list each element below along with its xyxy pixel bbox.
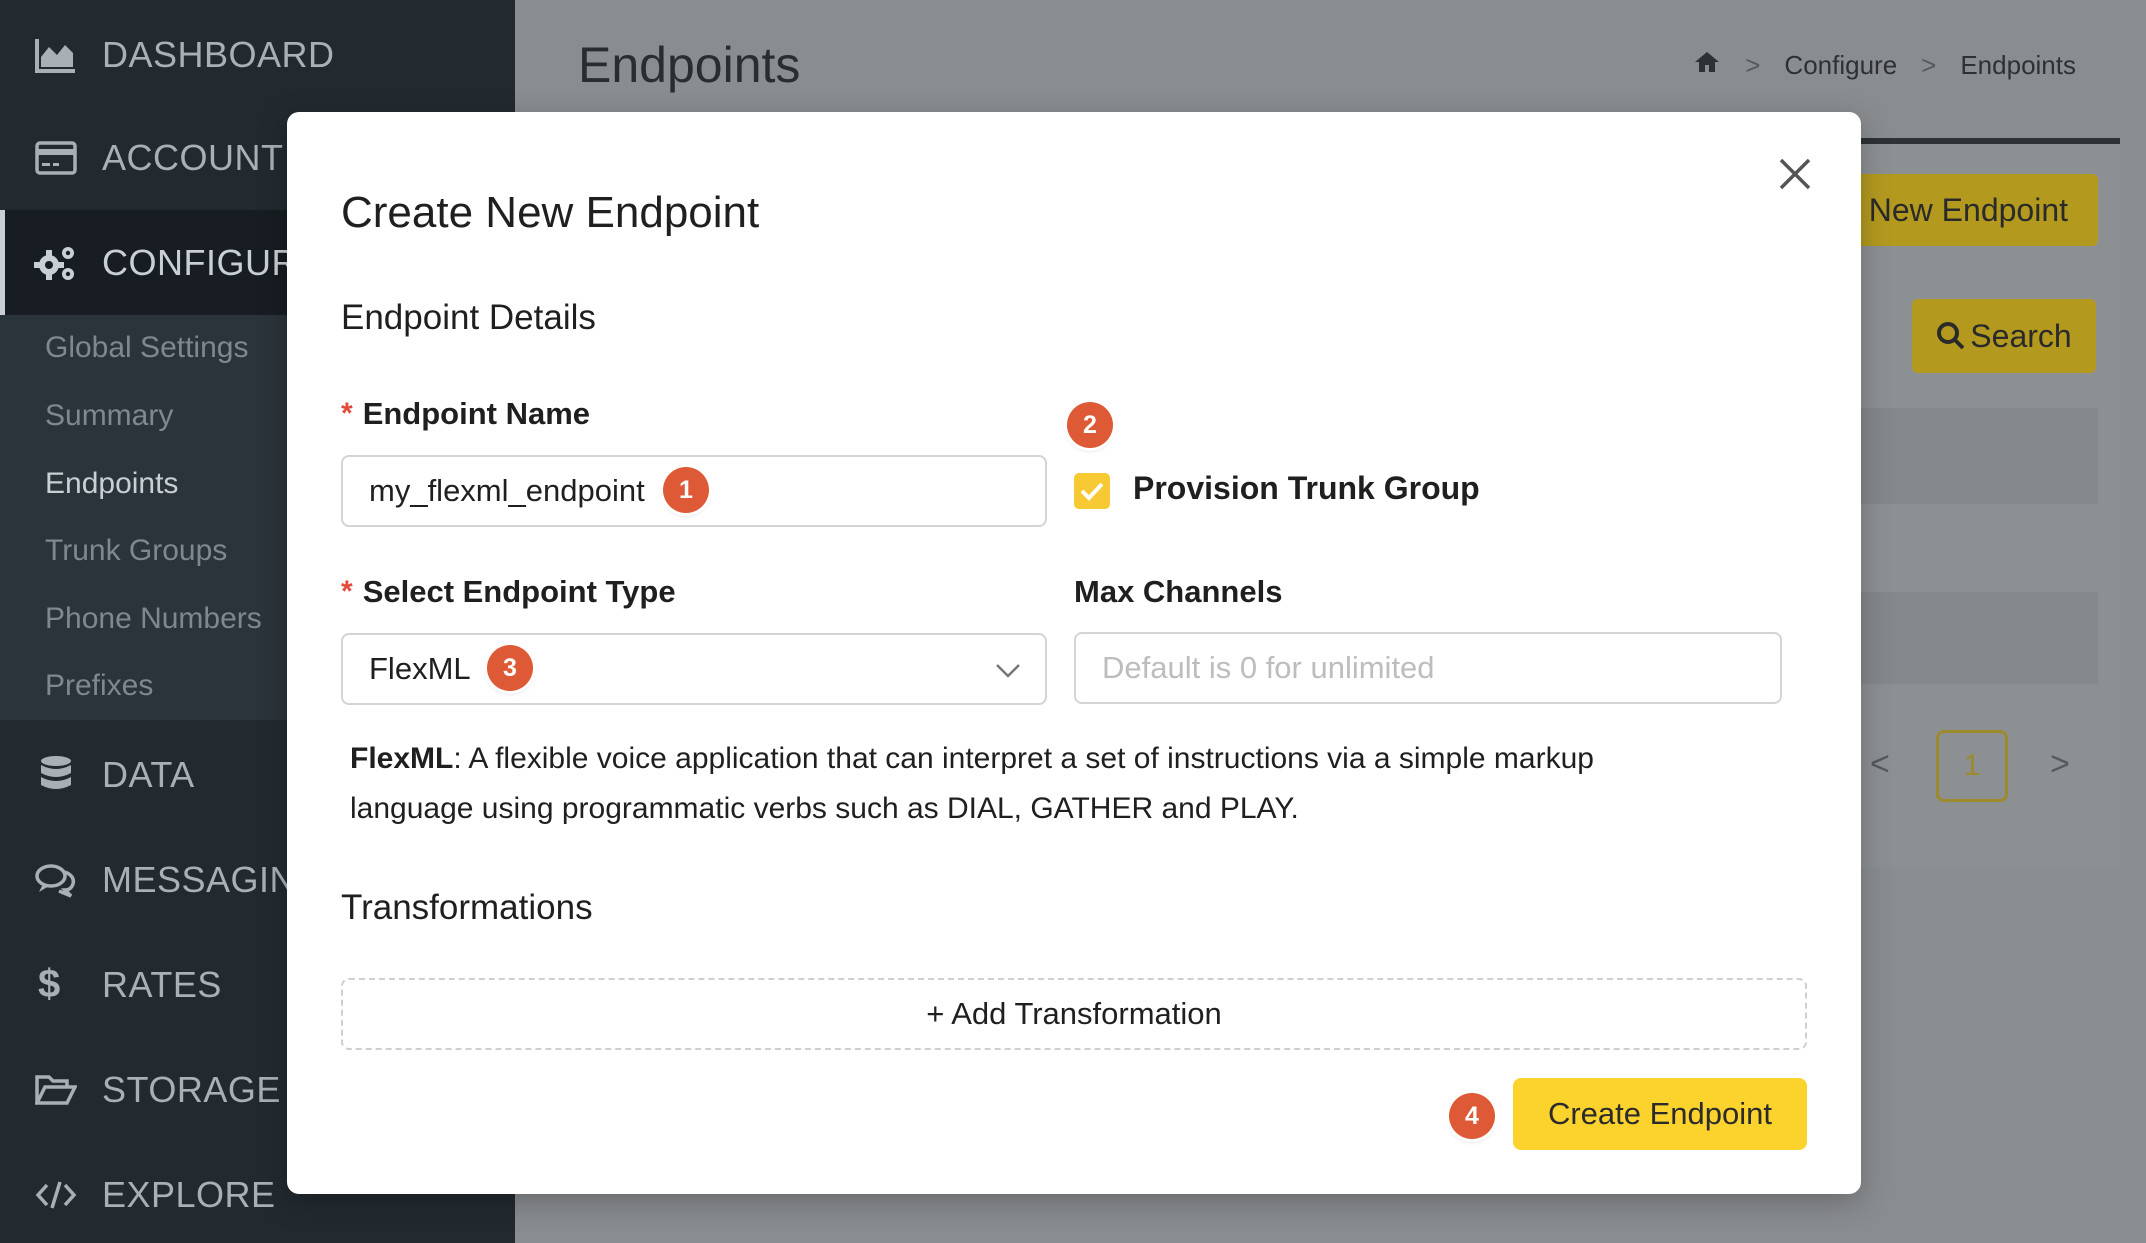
new-endpoint-button[interactable]: New Endpoint: [1820, 174, 2098, 246]
step-badge-2: 2: [1067, 402, 1113, 448]
chevron-down-icon: [996, 664, 1020, 678]
search-button-label: Search: [1970, 317, 2072, 354]
step-badge-1: 1: [663, 467, 709, 513]
nav-storage-label: STORAGE: [102, 1068, 281, 1110]
description-text: : A flexible voice application that can …: [350, 742, 1594, 825]
dollar-icon: $: [38, 962, 61, 1006]
code-icon: [34, 1173, 78, 1217]
gears-icon: [34, 241, 78, 285]
search-icon: [1936, 321, 1966, 351]
pager-next-icon[interactable]: >: [2050, 745, 2070, 784]
required-marker: *: [341, 575, 353, 608]
nav-dashboard-label: DASHBOARD: [102, 33, 335, 75]
endpoint-type-description: FlexML: A flexible voice application tha…: [350, 734, 1650, 834]
submenu-global-settings[interactable]: Global Settings: [45, 331, 248, 365]
breadcrumb-endpoints: Endpoints: [1960, 50, 2076, 80]
home-icon[interactable]: [1693, 50, 1721, 81]
breadcrumb-separator: >: [1921, 50, 1937, 80]
folder-open-icon: [34, 1068, 78, 1112]
check-icon: [1080, 482, 1104, 501]
section-endpoint-details: Endpoint Details: [341, 298, 596, 337]
breadcrumb-separator: >: [1745, 50, 1761, 80]
endpoint-name-value: my_flexml_endpoint: [369, 473, 645, 508]
modal-title: Create New Endpoint: [341, 188, 760, 237]
submenu-prefixes[interactable]: Prefixes: [45, 669, 153, 703]
max-channels-input[interactable]: [1074, 632, 1782, 704]
endpoint-type-label-text: Select Endpoint Type: [362, 574, 676, 609]
endpoint-type-value: FlexML: [369, 651, 471, 686]
nav-explore-label: EXPLORE: [102, 1173, 276, 1215]
pager-prev-icon[interactable]: <: [1870, 745, 1890, 784]
page-title: Endpoints: [578, 37, 801, 93]
search-button[interactable]: Search: [1912, 299, 2096, 373]
max-channels-label: Max Channels: [1074, 574, 1283, 609]
breadcrumb-configure[interactable]: Configure: [1784, 50, 1897, 81]
breadcrumb: > Configure > Endpoints: [1693, 50, 2076, 81]
comments-icon: [34, 858, 78, 902]
credit-card-icon: [34, 136, 78, 180]
close-icon[interactable]: [1771, 150, 1819, 198]
provision-trunk-group-label[interactable]: Provision Trunk Group: [1133, 470, 1480, 507]
endpoint-name-label: * Endpoint Name: [341, 396, 590, 432]
provision-trunk-group-checkbox[interactable]: [1074, 473, 1110, 509]
endpoint-type-label: * Select Endpoint Type: [341, 574, 676, 610]
table-header-row: [1860, 408, 2098, 504]
nav-rates-label: RATES: [102, 963, 222, 1005]
section-transformations: Transformations: [341, 888, 593, 927]
nav-account-label: ACCOUNT: [102, 136, 284, 178]
step-badge-3: 3: [487, 645, 533, 691]
submenu-phone-numbers[interactable]: Phone Numbers: [45, 602, 262, 636]
create-endpoint-modal: Create New Endpoint Endpoint Details * E…: [287, 112, 1861, 1194]
endpoint-name-label-text: Endpoint Name: [362, 396, 591, 431]
create-endpoint-button[interactable]: Create Endpoint: [1513, 1078, 1807, 1150]
submenu-endpoints[interactable]: Endpoints: [45, 467, 178, 501]
step-badge-4: 4: [1449, 1093, 1495, 1139]
add-transformation-button[interactable]: + Add Transformation: [341, 978, 1807, 1050]
endpoint-type-select[interactable]: FlexML: [341, 633, 1047, 705]
nav-dashboard[interactable]: DASHBOARD: [0, 2, 515, 107]
area-chart-icon: [34, 33, 78, 77]
pager-current-page[interactable]: 1: [1936, 730, 2008, 802]
submenu-trunk-groups[interactable]: Trunk Groups: [45, 534, 227, 568]
required-marker: *: [341, 397, 353, 430]
description-term: FlexML: [350, 742, 454, 775]
submenu-summary[interactable]: Summary: [45, 399, 173, 433]
database-icon: [34, 753, 78, 797]
table-row: [1860, 592, 2098, 684]
nav-data-label: DATA: [102, 753, 195, 795]
